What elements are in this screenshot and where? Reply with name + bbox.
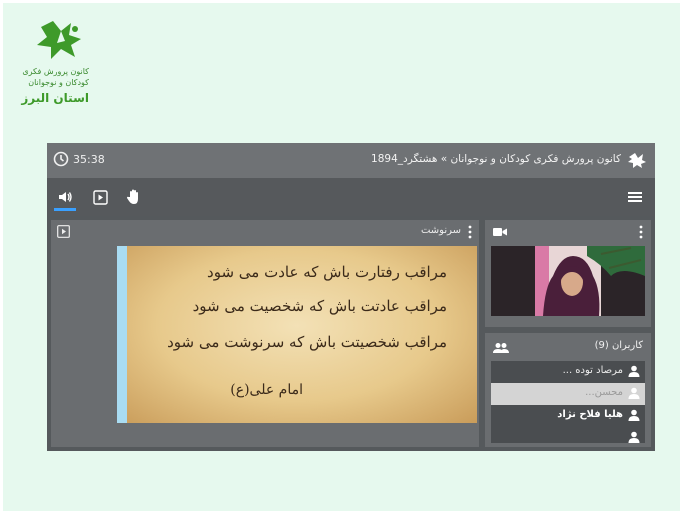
toolbar	[47, 178, 655, 216]
page-background: کانون پرورش فکری کودکان و نوجوانان استان…	[3, 3, 680, 511]
webcam-options-icon[interactable]	[637, 224, 645, 240]
slide-text-line: مراقب شخصیتت باش که سرنوشت می شود	[167, 333, 447, 351]
presentation-options-icon[interactable]	[466, 224, 474, 240]
user-list-item[interactable]: هلیا فلاح نژاد	[491, 405, 645, 427]
webcam-video	[491, 246, 645, 316]
title-bar: 35:38 کانون پرورش فکری کودکان و نوجوانان…	[47, 143, 655, 178]
users-pane: کاربران (9) مرصاد توده ... محسن... هلیا …	[485, 333, 651, 447]
user-list-item[interactable]	[491, 427, 645, 443]
user-name: محسن...	[585, 387, 623, 398]
user-icon	[628, 409, 640, 421]
timer-value: 35:38	[73, 152, 105, 166]
user-name: مرصاد توده ...	[562, 365, 623, 376]
screen-share-icon	[92, 189, 108, 205]
presentation-header: سرنوشت	[51, 220, 479, 244]
user-list-item[interactable]: مرصاد توده ...	[491, 361, 645, 383]
slide-text-line: مراقب عادتت باش که شخصیت می شود	[192, 297, 447, 315]
raise-hand-button[interactable]	[124, 187, 144, 207]
meeting-app-window: 35:38 کانون پرورش فکری کودکان و نوجوانان…	[47, 143, 655, 451]
logo-text-line-1: کانون پرورش فکری	[22, 67, 89, 76]
logo-text-line-2: کودکان و نوجوانان	[28, 78, 89, 87]
slide-side-bar	[117, 246, 127, 423]
screen-share-button[interactable]	[90, 187, 110, 207]
user-list-item[interactable]: محسن...	[491, 383, 645, 405]
active-tab-indicator	[54, 208, 76, 211]
slide-attribution: امام علی(ع)	[230, 382, 303, 398]
session-timer: 35:38	[53, 151, 105, 167]
main-menu-button[interactable]	[625, 187, 645, 207]
presenter-video-frame	[491, 246, 645, 316]
speaker-button[interactable]	[55, 187, 75, 207]
app-logo-icon	[628, 153, 646, 168]
user-icon	[628, 431, 640, 443]
user-name: هلیا فلاح نژاد	[557, 409, 623, 420]
user-list: مرصاد توده ... محسن... هلیا فلاح نژاد	[491, 361, 645, 443]
slide-text-line: مراقب رفتارت باش که عادت می شود	[207, 263, 447, 281]
logo-bird-icon	[37, 21, 81, 59]
presentation-slide: مراقب رفتارت باش که عادت می شود مراقب عا…	[117, 246, 477, 423]
video-camera-icon	[493, 228, 507, 236]
speaker-icon	[59, 192, 72, 202]
user-icon	[628, 365, 640, 377]
raise-hand-icon	[126, 189, 138, 204]
presentation-icon[interactable]	[57, 225, 70, 238]
users-group-icon	[493, 343, 509, 353]
presentation-title: سرنوشت	[420, 225, 461, 236]
organization-logo: کانون پرورش فکری کودکان و نوجوانان استان…	[21, 17, 97, 113]
user-icon	[628, 387, 640, 399]
hamburger-menu-icon	[628, 192, 642, 202]
webcam-pane	[485, 220, 651, 327]
room-title: کانون پرورش فکری کودکان و نوجوانان » هشت…	[371, 153, 621, 165]
clock-icon	[53, 151, 69, 167]
presentation-pane: سرنوشت مراقب رفتارت باش که عادت می شود م…	[51, 220, 479, 447]
logo-text-line-3: استان البرز	[21, 91, 89, 105]
users-count-title: کاربران (9)	[594, 340, 643, 351]
